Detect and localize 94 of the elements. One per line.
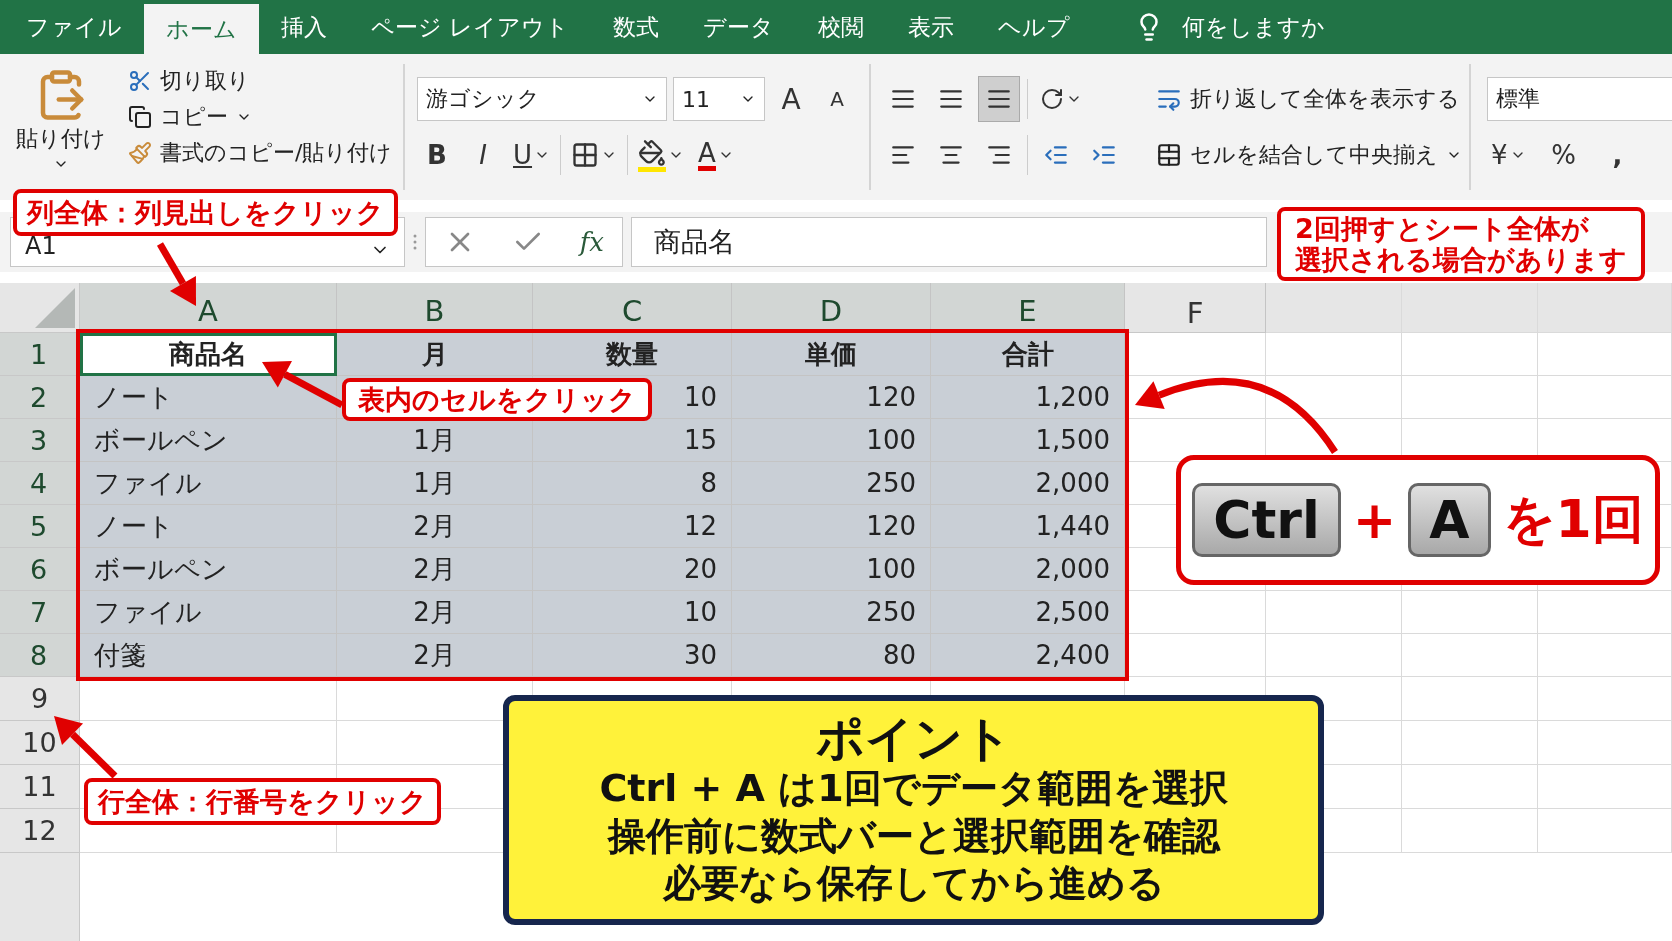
table-cell: 100 [732, 548, 931, 591]
table-cell: 120 [732, 505, 931, 548]
table-cell: 1月 [337, 419, 533, 462]
comma-button[interactable]: , [1597, 133, 1638, 177]
table-cell: 商品名 [80, 333, 337, 376]
table-cell: 1,200 [931, 376, 1125, 419]
borders-icon [571, 141, 600, 169]
table-cell: 1,440 [931, 505, 1125, 548]
percent-button[interactable]: % [1543, 133, 1584, 177]
table-cell: 2月 [337, 548, 533, 591]
triangle-icon [35, 288, 75, 328]
table-cell: 月 [337, 333, 533, 376]
point-text: 必要なら保存してから進める [662, 860, 1165, 908]
table-cell: ファイル [80, 591, 337, 634]
tell-me-search[interactable]: 何をしますか [1182, 11, 1326, 43]
table-cell: 2,000 [931, 548, 1125, 591]
table-cell: 8 [533, 462, 732, 505]
cut-button[interactable]: 切り取り [124, 64, 397, 98]
press-count-text: を1回 [1502, 488, 1644, 551]
formula-bar[interactable]: 商品名 [631, 217, 1267, 267]
table-cell: ノート [80, 505, 337, 548]
paint-bucket-icon [638, 138, 667, 172]
point-text: Ctrl + A は1回でデータ範囲を選択 [599, 765, 1228, 813]
grip-icon [413, 234, 417, 250]
table-cell: 単価 [732, 333, 931, 376]
table-cell: 2,500 [931, 591, 1125, 634]
ribbon-tab[interactable]: ホーム [144, 4, 259, 54]
italic-button[interactable]: I [463, 133, 503, 177]
copy-icon [128, 105, 152, 129]
ribbon-tab[interactable]: 表示 [886, 0, 977, 54]
table-cell: 10 [533, 591, 732, 634]
column-header[interactable]: F [1125, 283, 1266, 333]
keyboard-key: A [1408, 483, 1491, 557]
table-cell: 1月 [337, 462, 533, 505]
table-cell: 1,500 [931, 419, 1125, 462]
table-cell: 付箋 [80, 634, 337, 677]
ribbon-tab[interactable]: データ [681, 0, 797, 54]
scissors-icon [128, 69, 152, 93]
table-cell: 30 [533, 634, 732, 677]
grow-font-button[interactable]: A [771, 77, 811, 121]
currency-button[interactable]: ¥ [1487, 133, 1530, 177]
arrow [54, 716, 118, 779]
row-callout: 行全体：行番号をクリック [84, 778, 441, 826]
font-color-button[interactable]: A [694, 133, 738, 177]
font-name-dropdown[interactable]: 游ゴシック [417, 77, 667, 121]
table-cell: 250 [732, 591, 931, 634]
table-cell: 2月 [337, 634, 533, 677]
point-title: ポイント [815, 712, 1012, 766]
merge-cells-icon [1156, 142, 1182, 168]
shrink-font-button[interactable]: A [817, 77, 857, 121]
point-text: 操作前に数式バーと選択範囲を確認 [607, 812, 1220, 860]
ribbon-tab[interactable]: ヘルプ [976, 0, 1093, 54]
rotate-icon [1040, 87, 1064, 111]
table-cell: 12 [533, 505, 732, 548]
copy-button[interactable]: コピー [124, 100, 397, 134]
table-cell: 2,000 [931, 462, 1125, 505]
table-cell: ボールペン [80, 419, 337, 462]
table-cell: ノート [80, 376, 337, 419]
table-cell: 100 [732, 419, 931, 462]
table-cell: ボールペン [80, 548, 337, 591]
column-callout: 列全体：列見出しをクリック [13, 189, 398, 237]
ribbon-tab[interactable]: 挿入 [259, 0, 349, 54]
wrap-text-button[interactable]: 折り返して全体を表示する [1152, 82, 1466, 116]
cell-callout: 表内のセルをクリック [342, 378, 652, 422]
table-cell: 合計 [931, 333, 1125, 376]
table-cell: 2月 [337, 591, 533, 634]
callout-text: 2回押すとシート全体が [1295, 213, 1590, 245]
table-cell: 20 [533, 548, 732, 591]
vertical-align-button[interactable] [979, 77, 1019, 121]
keyboard-key: Ctrl [1192, 483, 1341, 557]
table-cell: 数量 [533, 333, 732, 376]
paintbrush-icon [128, 141, 152, 165]
ribbon-tab[interactable]: ファイル [4, 0, 144, 54]
table-cell: 15 [533, 419, 732, 462]
table-cell: 2月 [337, 505, 533, 548]
arrow [156, 242, 196, 306]
plus-sign: + [1352, 490, 1397, 550]
merge-center-button[interactable]: セルを結合して中央揃え [1152, 138, 1466, 172]
table-cell: ファイル [80, 462, 337, 505]
callout-text: 選択される場合があります [1295, 244, 1627, 276]
insert-function-button[interactable]: fx [579, 227, 604, 257]
font-size-dropdown[interactable]: 11 [673, 77, 765, 121]
ribbon-tab[interactable]: ページ レイアウト [349, 0, 592, 54]
paste-button[interactable]: 貼り付け [12, 64, 110, 190]
table-cell: 2,400 [931, 634, 1125, 677]
ribbon-tab[interactable]: 校閲 [796, 0, 887, 54]
table-cell: 250 [732, 462, 931, 505]
table-cell: 80 [732, 634, 931, 677]
underline-button[interactable]: U [509, 133, 555, 177]
format-painter-button[interactable]: 書式のコピー/貼り付け [124, 136, 397, 170]
ribbon-tab[interactable]: 数式 [591, 0, 682, 54]
table-cell: 120 [732, 376, 931, 419]
bold-button[interactable]: B [417, 133, 457, 177]
number-format-dropdown[interactable]: 標準 [1487, 77, 1672, 121]
